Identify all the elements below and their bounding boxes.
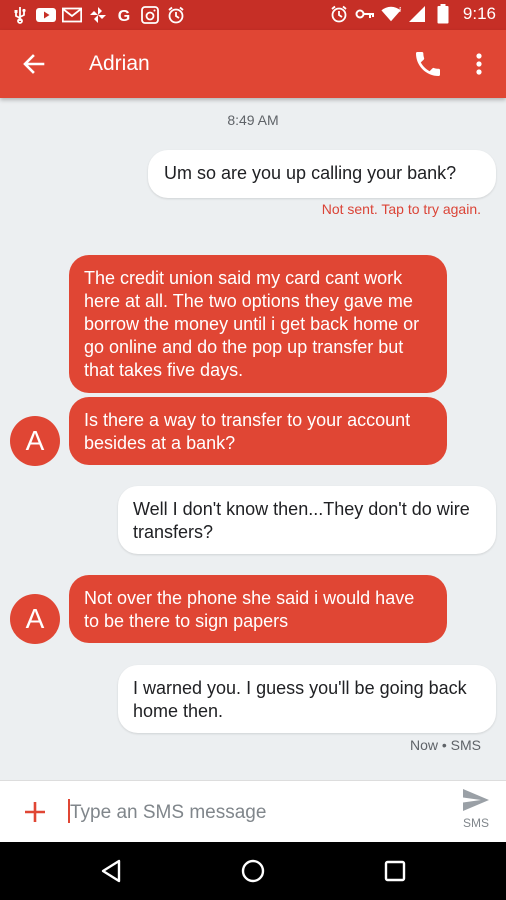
arrow-back-icon xyxy=(23,54,45,74)
roaming-label: R xyxy=(399,5,401,14)
battery-icon xyxy=(433,4,453,24)
circle-home-icon xyxy=(241,859,265,883)
compose-bar: SMS xyxy=(0,780,506,843)
text-caret xyxy=(68,799,70,823)
app-bar: Adrian xyxy=(0,30,506,98)
nav-back-button[interactable] xyxy=(96,856,126,886)
message-text: The credit union said my card cant work … xyxy=(84,268,420,380)
svg-text:G: G xyxy=(118,8,130,24)
conversation-timestamp: 8:49 AM xyxy=(227,112,279,128)
send-label: SMS xyxy=(462,816,489,830)
message-text: I warned you. I guess you'll be going ba… xyxy=(133,678,467,721)
avatar-letter: A xyxy=(25,425,45,456)
google-icon: G xyxy=(114,5,134,25)
nav-recents-button[interactable] xyxy=(380,856,410,886)
status-bar: G R 9:16 xyxy=(0,0,506,30)
message-text: Not over the phone she said i would have… xyxy=(84,588,415,631)
alarm-icon xyxy=(329,4,349,24)
message-text: Is there a way to transfer to your accou… xyxy=(84,410,411,453)
outgoing-message[interactable]: Um so are you up calling your bank? xyxy=(148,150,496,198)
message-text: Well I don't know then...They don't do w… xyxy=(133,499,470,542)
instagram-icon xyxy=(140,5,160,25)
triangle-back-icon xyxy=(101,859,121,883)
back-button[interactable] xyxy=(18,48,50,80)
conversation-title: Adrian xyxy=(89,52,150,75)
plus-icon xyxy=(25,802,45,822)
avatar-letter: A xyxy=(25,603,45,634)
incoming-message[interactable]: Is there a way to transfer to your accou… xyxy=(69,397,447,465)
message-status-not-sent[interactable]: Not sent. Tap to try again. xyxy=(322,201,481,217)
contact-avatar[interactable]: A xyxy=(10,594,60,644)
pinwheel-icon xyxy=(88,5,108,25)
send-icon xyxy=(463,789,489,811)
send-button[interactable]: SMS xyxy=(452,787,500,837)
signal-icon xyxy=(407,4,427,24)
incoming-message[interactable]: Not over the phone she said i would have… xyxy=(69,575,447,643)
incoming-message[interactable]: The credit union said my card cant work … xyxy=(69,255,447,393)
status-time: 9:16 xyxy=(462,4,496,23)
notification-icons: G xyxy=(10,5,186,25)
phone-icon xyxy=(416,52,440,76)
message-text: Um so are you up calling your bank? xyxy=(164,163,457,183)
more-options-button[interactable] xyxy=(466,48,492,80)
outgoing-message[interactable]: I warned you. I guess you'll be going ba… xyxy=(118,665,496,733)
usb-icon xyxy=(10,5,30,25)
alarm-icon xyxy=(166,5,186,25)
message-input[interactable] xyxy=(68,795,442,831)
more-vert-icon xyxy=(476,53,482,75)
system-nav-bar xyxy=(0,842,506,900)
wifi-icon: R xyxy=(381,4,401,24)
contact-avatar[interactable]: A xyxy=(10,416,60,466)
attach-button[interactable] xyxy=(22,799,48,825)
youtube-icon xyxy=(36,5,56,25)
square-recents-icon xyxy=(384,860,406,882)
outgoing-message[interactable]: Well I don't know then...They don't do w… xyxy=(118,486,496,554)
key-icon xyxy=(355,4,375,24)
nav-home-button[interactable] xyxy=(238,856,268,886)
call-button[interactable] xyxy=(412,48,444,80)
gmail-icon xyxy=(62,5,82,25)
message-status-sent: Now • SMS xyxy=(409,737,481,753)
system-icons: R 9:16 xyxy=(329,4,496,24)
